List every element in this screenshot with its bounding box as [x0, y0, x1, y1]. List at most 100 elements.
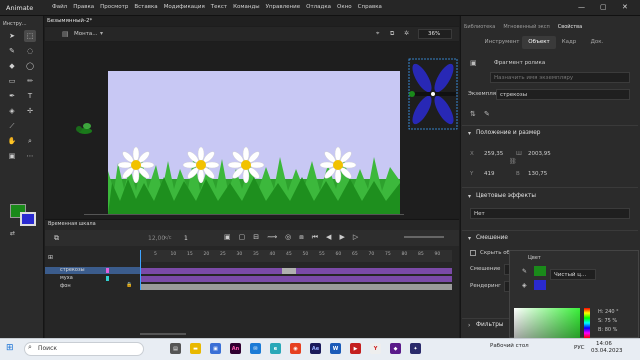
pdf-icon[interactable]: ▶	[350, 343, 361, 354]
edge-icon[interactable]: e	[270, 343, 281, 354]
hide-object-checkbox[interactable]	[470, 250, 476, 256]
document-tab[interactable]: Безымянный-2*	[47, 18, 92, 24]
layers-icon[interactable]: ⧉	[54, 234, 59, 243]
selected-frame[interactable]	[282, 268, 296, 274]
tab-properties[interactable]: Свойства	[558, 24, 582, 30]
lock-icon[interactable]: 🔒	[126, 282, 132, 288]
selection-tool-icon[interactable]: ➤	[6, 30, 18, 42]
task-view-icon[interactable]: ▤	[170, 343, 181, 354]
swap-symbol-icon[interactable]: ⇅	[470, 110, 476, 118]
paint-bucket-icon[interactable]: ◈	[6, 105, 18, 117]
chevron-right-icon[interactable]: ›	[468, 322, 470, 329]
saturation-value[interactable]: 75 %	[604, 318, 617, 324]
edit-multiple-icon[interactable]: ⧈	[299, 233, 303, 242]
color-mode-select[interactable]: Чистый ц...	[550, 269, 596, 280]
minimize-icon[interactable]: —	[578, 3, 585, 11]
timeline-scrollbar[interactable]	[140, 333, 186, 335]
menu-edit[interactable]: Правка	[73, 4, 94, 10]
height-value[interactable]: 130,75	[528, 171, 547, 177]
file-explorer-icon[interactable]: ▬	[190, 343, 201, 354]
insert-blank-keyframe-icon[interactable]: ▢	[239, 233, 246, 242]
tab-object[interactable]: Объект	[522, 36, 556, 49]
language-indicator[interactable]: РУС	[574, 345, 585, 351]
hue-slider[interactable]	[584, 308, 590, 338]
playhead[interactable]	[140, 250, 141, 290]
tab-document[interactable]: Док.	[584, 36, 610, 49]
oval-tool-icon[interactable]: ◯	[24, 60, 36, 72]
tab-frame[interactable]: Кадр	[558, 36, 580, 49]
rectangle-tool-icon[interactable]: ▭	[6, 75, 18, 87]
maximize-icon[interactable]: ▢	[600, 3, 607, 11]
clock-time[interactable]: 14:06	[596, 341, 612, 347]
fps-value[interactable]: 12,00	[148, 235, 165, 242]
media-icon[interactable]: ✦	[410, 343, 421, 354]
eraser-tool-icon[interactable]: ◆	[6, 60, 18, 72]
menu-control[interactable]: Управление	[266, 4, 301, 10]
menu-window[interactable]: Окно	[337, 4, 352, 10]
step-forward-icon[interactable]: ▷	[353, 233, 358, 242]
step-back-icon[interactable]: ◀	[326, 233, 331, 242]
tween-icon[interactable]: ⟿	[267, 233, 277, 242]
dragonfly-symbol[interactable]	[408, 58, 458, 130]
blending-header[interactable]: Смешение	[476, 235, 508, 241]
windows-start-icon[interactable]: ⊞	[6, 343, 14, 353]
position-size-header[interactable]: Положение и размер	[476, 130, 540, 136]
mail-icon[interactable]: ✉	[250, 343, 261, 354]
hue-value[interactable]: 240 °	[605, 309, 619, 315]
frames-dragonfly[interactable]	[140, 268, 452, 274]
chevron-down-icon[interactable]: ▾	[468, 130, 471, 137]
current-frame[interactable]: 1	[184, 235, 188, 242]
stage-scrollbar[interactable]	[84, 214, 404, 215]
center-stage-icon[interactable]: ⌖	[376, 30, 379, 38]
tab-library[interactable]: Библиотека	[464, 24, 495, 30]
chevron-down-icon[interactable]: ▾	[100, 30, 103, 37]
play-icon[interactable]: ▶	[339, 233, 344, 242]
eyedropper-tool-icon[interactable]: ⟋	[6, 120, 18, 132]
more-tools-icon[interactable]: ⋯	[24, 150, 36, 162]
camera-tool-icon[interactable]: ▣	[6, 150, 18, 162]
settings-icon[interactable]: ✲	[404, 30, 409, 37]
hand-tool-icon[interactable]: ✋	[6, 135, 18, 147]
after-effects-icon[interactable]: Ae	[310, 343, 321, 354]
fill-color-swatch[interactable]	[20, 212, 36, 226]
x-value[interactable]: 259,35	[484, 151, 503, 157]
layer-row-fly[interactable]: муха	[45, 275, 140, 282]
app-icon[interactable]: ◆	[390, 343, 401, 354]
menu-insert[interactable]: Вставка	[134, 4, 157, 10]
menu-commands[interactable]: Команды	[233, 4, 260, 10]
color-effect-select[interactable]: Нет	[470, 208, 630, 219]
clip-icon[interactable]: ⧉	[390, 30, 394, 38]
store-icon[interactable]: ▣	[210, 343, 221, 354]
insert-keyframe-icon[interactable]: ▣	[224, 233, 231, 242]
free-transform-tool-icon[interactable]: ⬚	[24, 30, 36, 42]
fill-swatch[interactable]	[534, 280, 546, 290]
menu-help[interactable]: Справка	[358, 4, 382, 10]
pencil-tool-icon[interactable]: ✏	[24, 75, 36, 87]
instance-of-field[interactable]: стрекозы	[496, 89, 630, 100]
chevron-down-icon[interactable]: ▾	[468, 193, 471, 200]
text-tool-icon[interactable]: T	[24, 90, 36, 102]
pen-tool-icon[interactable]: ✒	[6, 90, 18, 102]
layer-row-dragonfly[interactable]: стрекозы	[45, 267, 140, 274]
filters-header[interactable]: Фильтры	[476, 322, 504, 328]
animate-app-icon[interactable]: An	[230, 343, 241, 354]
tray-label[interactable]: Рабочий стол	[490, 343, 529, 349]
menu-view[interactable]: Просмотр	[100, 4, 128, 10]
color-effects-header[interactable]: Цветовые эффекты	[476, 193, 536, 199]
onion-skin-icon[interactable]: ◎	[285, 233, 291, 242]
link-icon[interactable]: ⛓	[509, 158, 517, 165]
edit-symbol-icon[interactable]: ✎	[484, 110, 490, 118]
menu-file[interactable]: Файл	[52, 4, 67, 10]
menu-text[interactable]: Текст	[211, 4, 227, 10]
yandex-icon[interactable]: Y	[370, 343, 381, 354]
stage[interactable]	[108, 71, 400, 214]
lasso-tool-icon[interactable]: ◌	[24, 45, 36, 57]
rewind-icon[interactable]: ⏮	[312, 233, 318, 242]
scene-selector[interactable]: Монта...	[74, 31, 98, 37]
menu-modify[interactable]: Модификация	[164, 4, 205, 10]
word-icon[interactable]: W	[330, 343, 341, 354]
clock-date[interactable]: 03.04.2023	[591, 348, 623, 354]
tab-tool[interactable]: Инструмент	[484, 36, 520, 49]
stroke-swatch[interactable]	[534, 266, 546, 276]
zoom-tool-icon[interactable]: ⌕	[24, 135, 36, 147]
